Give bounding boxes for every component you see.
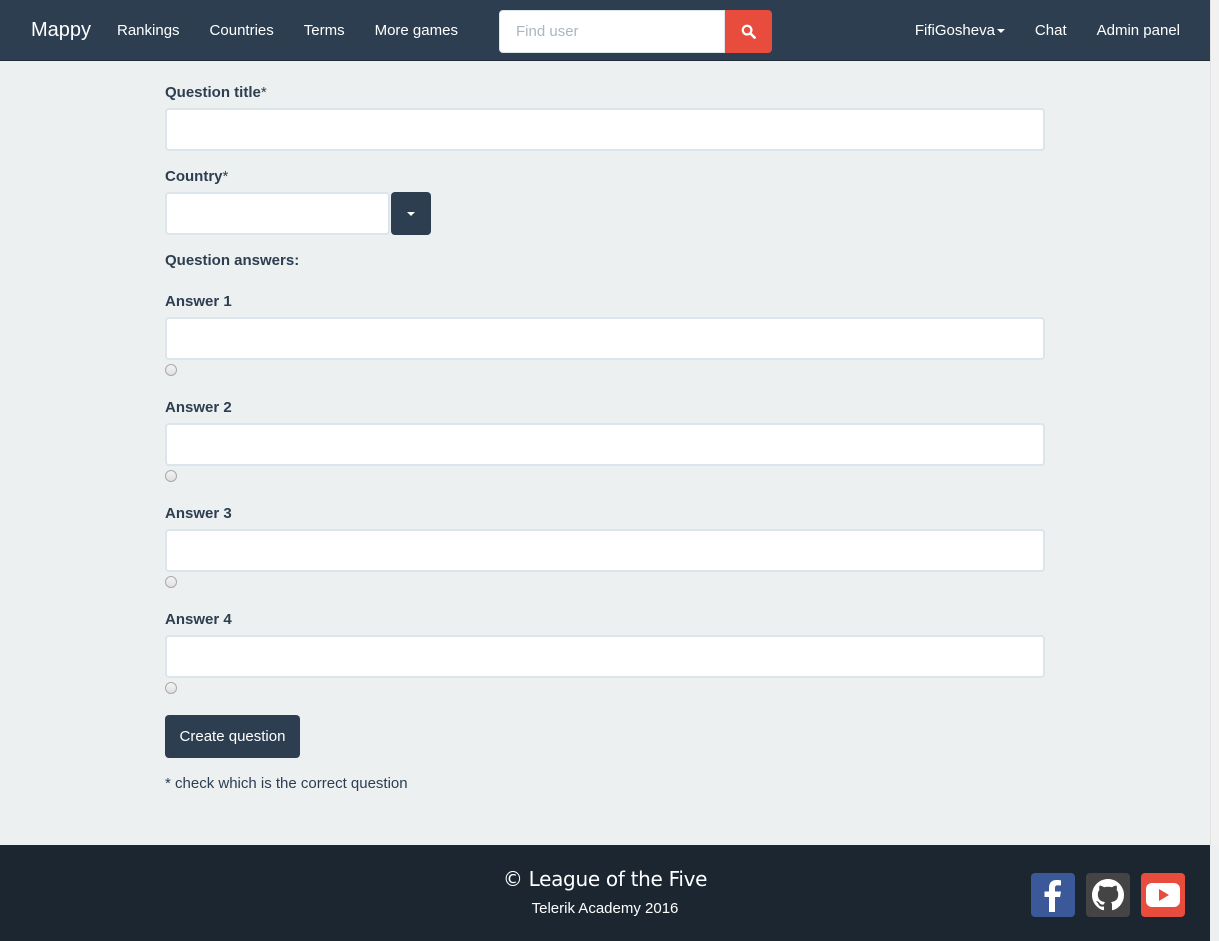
- github-icon: [1092, 879, 1124, 911]
- page-scrollbar[interactable]: [1210, 0, 1219, 845]
- nav-rankings-link[interactable]: Rankings: [117, 22, 180, 39]
- country-dropdown-button[interactable]: [391, 192, 431, 235]
- answer-3-input[interactable]: [165, 529, 1045, 572]
- answer-4-label: Answer 4: [165, 611, 232, 628]
- find-user-input[interactable]: [499, 10, 725, 53]
- search-button[interactable]: [725, 10, 772, 53]
- answer-1-input[interactable]: [165, 317, 1045, 360]
- user-nav: FifiGosheva Chat Admin panel: [915, 22, 1180, 39]
- question-title-text: Question title: [165, 84, 261, 101]
- question-title-label: Question title*: [165, 84, 267, 101]
- answer-2-input[interactable]: [165, 423, 1045, 466]
- country-label: Country*: [165, 168, 228, 185]
- facebook-link[interactable]: [1031, 873, 1075, 917]
- question-answers-heading: Question answers:: [165, 252, 300, 269]
- main-nav: Rankings Countries Terms More games: [117, 22, 488, 39]
- correct-answer-hint: * check which is the correct question: [165, 775, 408, 792]
- top-navbar: Mappy Rankings Countries Terms More game…: [0, 0, 1210, 61]
- create-question-button[interactable]: Create question: [165, 715, 300, 758]
- academy-text: Telerik Academy 2016: [531, 900, 679, 917]
- nav-chat-link[interactable]: Chat: [1035, 22, 1067, 39]
- user-menu-dropdown[interactable]: FifiGosheva: [915, 22, 1005, 39]
- youtube-link[interactable]: [1141, 873, 1185, 917]
- nav-terms-link[interactable]: Terms: [304, 22, 345, 39]
- answer-3-correct-radio[interactable]: [165, 576, 177, 588]
- required-mark: *: [260, 84, 267, 101]
- answer-2-correct-radio[interactable]: [165, 470, 177, 482]
- page-footer: © League of the Five Telerik Academy 201…: [0, 845, 1210, 941]
- answer-1-correct-radio[interactable]: [165, 364, 177, 376]
- caret-down-icon: [407, 211, 415, 216]
- answer-4-correct-radio[interactable]: [165, 682, 177, 694]
- nav-more-games-link[interactable]: More games: [375, 22, 458, 39]
- nav-countries-link[interactable]: Countries: [210, 22, 274, 39]
- question-title-input[interactable]: [165, 108, 1045, 151]
- copyright-text: © League of the Five: [502, 867, 708, 891]
- caret-down-icon: [996, 29, 1005, 34]
- answer-4-input[interactable]: [165, 635, 1045, 678]
- facebook-icon: [1044, 880, 1061, 912]
- country-input[interactable]: [165, 192, 390, 235]
- search-icon: [741, 24, 756, 39]
- answer-3-label: Answer 3: [165, 505, 232, 522]
- required-mark: *: [222, 168, 229, 185]
- username-label: FifiGosheva: [914, 22, 995, 39]
- country-text: Country: [165, 168, 223, 185]
- github-link[interactable]: [1086, 873, 1130, 917]
- nav-admin-panel-link[interactable]: Admin panel: [1097, 22, 1180, 39]
- answer-1-label: Answer 1: [165, 293, 232, 310]
- answer-2-label: Answer 2: [165, 399, 232, 416]
- youtube-icon: [1146, 883, 1180, 907]
- brand-logo-link[interactable]: Mappy: [31, 19, 91, 42]
